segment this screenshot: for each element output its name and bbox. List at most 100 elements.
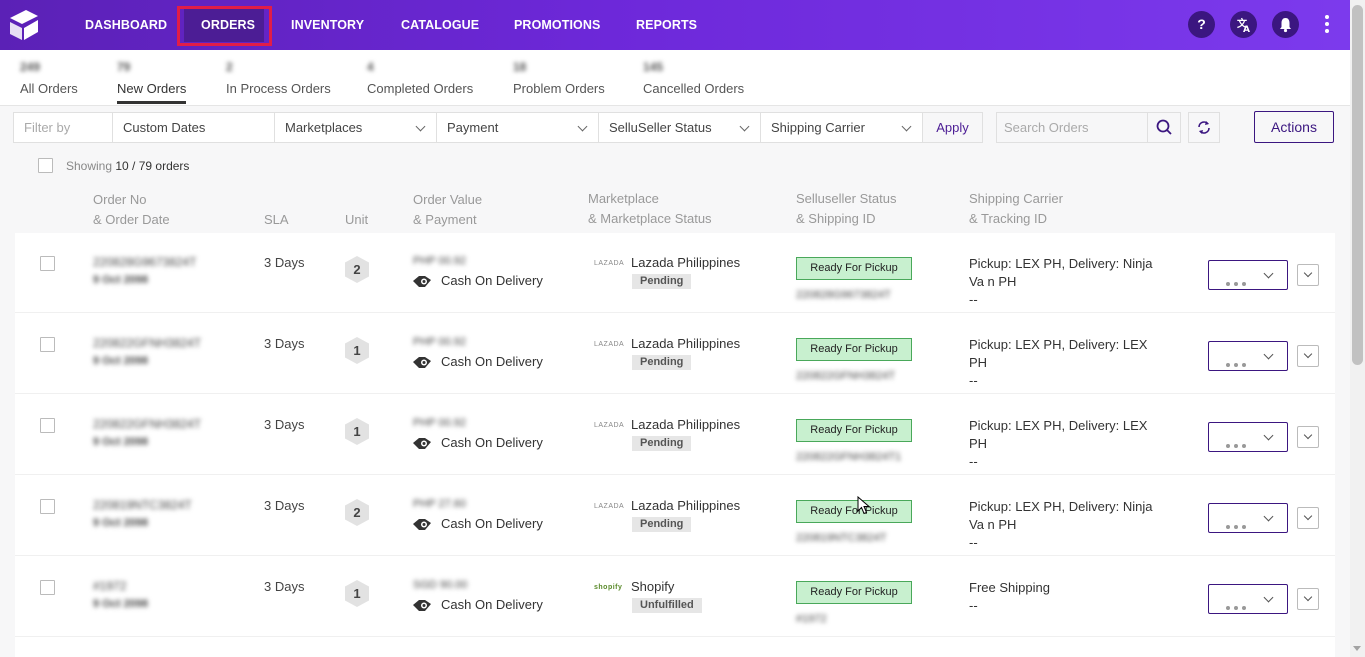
more-dots-icon [1226,355,1250,370]
row-checkbox[interactable] [40,580,55,595]
kebab-menu-icon[interactable] [1320,12,1334,38]
shipping-carrier-label: Shipping Carrier [771,120,865,135]
unit-badge: 1 [344,417,370,446]
order-number[interactable]: 220828G9673824T [93,255,196,269]
payment-label: Cash On Delivery [441,273,543,288]
table-row[interactable]: #1972 9 Oct 2098 3 Days 1 SGD 90.00 Cash… [15,557,1335,637]
nav-dashboard[interactable]: DASHBOARD [85,0,167,50]
row-actions-dropdown[interactable] [1208,260,1288,290]
marketplace-name: Lazada Philippines [631,255,741,270]
tab-label: All Orders [20,81,78,96]
chevron-down-icon [1303,430,1313,440]
actions-button[interactable]: Actions [1254,111,1334,143]
payment-label: Cash On Delivery [441,435,543,450]
translate-icon[interactable]: 文A [1230,11,1257,38]
tab-in-process-orders[interactable]: 2 In Process Orders [226,60,331,96]
shipping-carrier-dropdown[interactable]: Shipping Carrier [760,112,923,143]
refresh-button[interactable] [1188,112,1220,143]
chevron-down-icon [1303,511,1313,521]
order-date: 9 Oct 2098 [93,598,149,610]
row-actions-dropdown[interactable] [1208,503,1288,533]
shipping-id: 220822GFNH3824T1 [796,451,902,463]
top-navigation: DASHBOARD ORDERS INVENTORY CATALOGUE PRO… [0,0,1350,50]
row-expand-button[interactable] [1297,507,1319,529]
marketplace-status-badge: Pending [632,436,692,451]
scroll-down-arrow-icon[interactable] [1353,646,1361,651]
select-all-checkbox[interactable] [38,158,53,173]
tracking-id: -- [969,598,978,613]
row-checkbox[interactable] [40,418,55,433]
order-number[interactable]: 220822GFNH3824T [93,417,201,431]
tab-all-orders[interactable]: 249 All Orders [20,60,78,96]
apply-button[interactable]: Apply [922,112,983,143]
row-expand-button[interactable] [1297,345,1319,367]
tab-new-orders[interactable]: 79 New Orders [117,60,186,96]
nav-promotions[interactable]: PROMOTIONS [514,0,600,50]
marketplaces-label: Marketplaces [285,120,363,135]
tab-count: 145 [643,60,664,74]
shipping-id: 220819NTC3824T [796,532,887,544]
marketplace-status-badge: Pending [632,517,692,532]
app-logo-icon[interactable] [6,8,40,42]
tab-label: In Process Orders [226,81,331,96]
shipping-carrier: Pickup: LEX PH, Delivery: LEX PH -- [969,336,1169,390]
nav-catalogue[interactable]: CATALOGUE [401,0,479,50]
unit-count: 1 [353,586,361,601]
tab-problem-orders[interactable]: 18 Problem Orders [513,60,605,96]
mouse-cursor-icon [857,496,871,515]
marketplaces-dropdown[interactable]: Marketplaces [274,112,437,143]
sla-value: 3 Days [264,498,305,513]
table-row[interactable]: 220822GFNH3824T 9 Oct 2098 3 Days 1 PHP … [15,314,1335,394]
nav-reports[interactable]: REPORTS [636,0,697,50]
shipping-id: 220828G9673824T [796,289,891,301]
row-actions-dropdown[interactable] [1208,584,1288,614]
order-value: PHP 00.92 [413,255,467,267]
tab-completed-orders[interactable]: 4 Completed Orders [367,60,473,96]
filter-by-field[interactable]: Filter by [13,112,113,143]
order-number[interactable]: 220819NTC3824T [93,498,192,512]
col-value-line1: Order Value [413,192,483,207]
tab-cancelled-orders[interactable]: 145 Cancelled Orders [643,60,744,96]
order-number[interactable]: 220822GFNH3824T [93,336,201,350]
marketplace-logo: LAZADA [594,422,625,429]
row-expand-button[interactable] [1297,588,1319,610]
row-expand-button[interactable] [1297,264,1319,286]
row-expand-button[interactable] [1297,426,1319,448]
seller-status-dropdown[interactable]: SelluSeller Status [598,112,761,143]
tab-count: 79 [117,60,131,74]
marketplace-logo: LAZADA [594,503,625,510]
order-date: 9 Oct 2098 [93,274,149,286]
col-unit: Unit [345,212,369,227]
nav-inventory[interactable]: INVENTORY [291,0,364,50]
row-actions-dropdown[interactable] [1208,422,1288,452]
row-checkbox[interactable] [40,256,55,271]
payment-dropdown[interactable]: Payment [436,112,599,143]
tab-count: 2 [226,60,233,74]
table-row[interactable]: 220822GFNH3824T 9 Oct 2098 3 Days 1 PHP … [15,395,1335,475]
scrollbar-thumb[interactable] [1352,5,1363,365]
custom-dates-field[interactable]: Custom Dates [112,112,275,143]
order-value: SGD 90.00 [413,579,468,591]
tab-label: Cancelled Orders [643,81,745,96]
sla-value: 3 Days [264,417,305,432]
row-checkbox[interactable] [40,499,55,514]
table-row[interactable]: 220828G9673824T 9 Oct 2098 3 Days 2 PHP … [15,233,1335,313]
col-carrier-line2: & Tracking ID [969,211,1048,226]
row-checkbox[interactable] [40,337,55,352]
marketplace-logo: LAZADA [594,341,625,348]
search-input[interactable]: Search Orders [996,112,1148,143]
tracking-id: -- [969,292,978,307]
search-button[interactable] [1147,112,1181,143]
bell-icon[interactable] [1272,11,1299,38]
refresh-icon [1198,121,1210,134]
payment-method: Cash On Delivery [412,596,543,617]
table-row[interactable]: 220819NTC3824T 9 Oct 2098 3 Days 2 PHP 2… [15,476,1335,556]
help-icon[interactable]: ? [1188,11,1215,38]
order-number[interactable]: #1972 [93,579,126,593]
unit-count: 1 [353,424,361,439]
seller-status-badge: Ready For Pickup [796,419,912,442]
marketplace-name: Lazada Philippines [631,336,741,351]
row-actions-dropdown[interactable] [1208,341,1288,371]
payment-label: Cash On Delivery [441,354,543,369]
chevron-down-icon [1303,592,1313,602]
